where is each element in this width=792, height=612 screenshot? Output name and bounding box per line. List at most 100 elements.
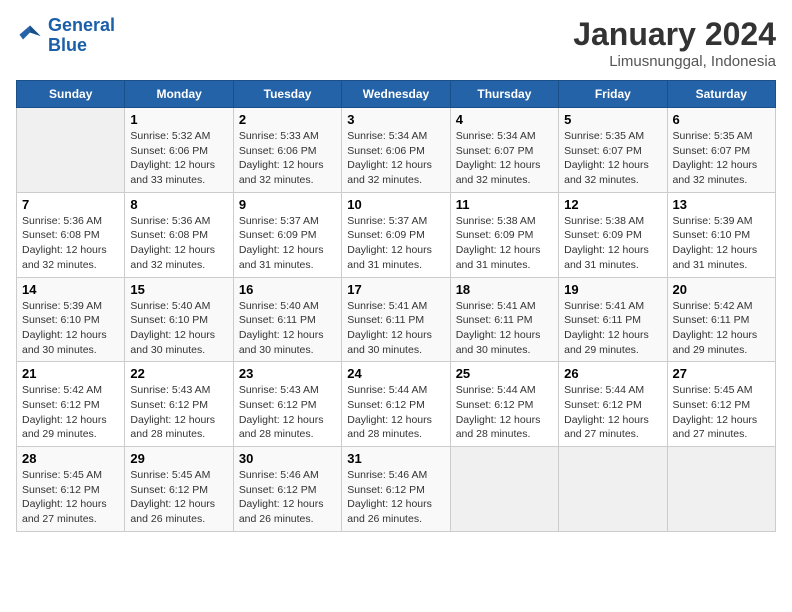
calendar-cell: 19Sunrise: 5:41 AMSunset: 6:11 PMDayligh… xyxy=(559,277,667,362)
calendar-week-row: 1 Sunrise: 5:32 AMSunset: 6:06 PMDaylight… xyxy=(17,108,776,193)
day-number: 24 xyxy=(347,366,444,381)
day-info: Sunrise: 5:36 AMSunset: 6:08 PMDaylight:… xyxy=(130,214,227,273)
weekday-header: Saturday xyxy=(667,81,775,108)
calendar-cell: 28 Sunrise: 5:45 AMSunset: 6:12 PMDayligh… xyxy=(17,447,125,532)
day-info: Sunrise: 5:38 AMSunset: 6:09 PMDaylight:… xyxy=(564,214,661,273)
calendar-week-row: 14Sunrise: 5:39 AMSunset: 6:10 PMDayligh… xyxy=(17,277,776,362)
day-number: 7 xyxy=(22,197,119,212)
day-info: Sunrise: 5:35 AMSunset: 6:07 PMDaylight:… xyxy=(673,129,770,188)
day-number: 22 xyxy=(130,366,227,381)
calendar-cell: 25 Sunrise: 5:44 AMSunset: 6:12 PMDayligh… xyxy=(450,362,558,447)
day-number: 19 xyxy=(564,282,661,297)
weekday-header: Monday xyxy=(125,81,233,108)
day-info: Sunrise: 5:34 AMSunset: 6:06 PMDaylight:… xyxy=(347,129,444,188)
calendar-cell: 31Sunrise: 5:46 AMSunset: 6:12 PMDayligh… xyxy=(342,447,450,532)
day-info: Sunrise: 5:33 AMSunset: 6:06 PMDaylight:… xyxy=(239,129,336,188)
calendar-cell: 2 Sunrise: 5:33 AMSunset: 6:06 PMDaylight… xyxy=(233,108,341,193)
calendar-week-row: 28 Sunrise: 5:45 AMSunset: 6:12 PMDayligh… xyxy=(17,447,776,532)
month-year: January 2024 xyxy=(573,16,776,53)
day-number: 18 xyxy=(456,282,553,297)
calendar-cell: 16Sunrise: 5:40 AMSunset: 6:11 PMDayligh… xyxy=(233,277,341,362)
calendar-cell: 14Sunrise: 5:39 AMSunset: 6:10 PMDayligh… xyxy=(17,277,125,362)
day-number: 21 xyxy=(22,366,119,381)
calendar-cell: 10 Sunrise: 5:37 AMSunset: 6:09 PMDayligh… xyxy=(342,192,450,277)
weekday-header: Friday xyxy=(559,81,667,108)
calendar-cell xyxy=(450,447,558,532)
day-number: 10 xyxy=(347,197,444,212)
day-info: Sunrise: 5:45 AMSunset: 6:12 PMDaylight:… xyxy=(22,468,119,527)
day-number: 6 xyxy=(673,112,770,127)
day-info: Sunrise: 5:40 AMSunset: 6:11 PMDaylight:… xyxy=(239,299,336,358)
day-info: Sunrise: 5:43 AMSunset: 6:12 PMDaylight:… xyxy=(239,383,336,442)
day-number: 13 xyxy=(673,197,770,212)
logo-text: General Blue xyxy=(48,16,115,56)
day-info: Sunrise: 5:32 AMSunset: 6:06 PMDaylight:… xyxy=(130,129,227,188)
calendar-cell: 27Sunrise: 5:45 AMSunset: 6:12 PMDayligh… xyxy=(667,362,775,447)
day-info: Sunrise: 5:46 AMSunset: 6:12 PMDaylight:… xyxy=(347,468,444,527)
logo-line2: Blue xyxy=(48,35,87,55)
calendar-cell: 3 Sunrise: 5:34 AMSunset: 6:06 PMDaylight… xyxy=(342,108,450,193)
day-number: 26 xyxy=(564,366,661,381)
calendar-cell: 4 Sunrise: 5:34 AMSunset: 6:07 PMDaylight… xyxy=(450,108,558,193)
logo: General Blue xyxy=(16,16,115,56)
calendar-week-row: 21 Sunrise: 5:42 AMSunset: 6:12 PMDayligh… xyxy=(17,362,776,447)
day-info: Sunrise: 5:43 AMSunset: 6:12 PMDaylight:… xyxy=(130,383,227,442)
title-block: January 2024 Limusnunggal, Indonesia xyxy=(573,16,776,70)
day-number: 9 xyxy=(239,197,336,212)
day-number: 27 xyxy=(673,366,770,381)
calendar-cell: 22 Sunrise: 5:43 AMSunset: 6:12 PMDayligh… xyxy=(125,362,233,447)
day-number: 15 xyxy=(130,282,227,297)
location: Limusnunggal, Indonesia xyxy=(573,53,776,70)
day-info: Sunrise: 5:38 AMSunset: 6:09 PMDaylight:… xyxy=(456,214,553,273)
calendar-cell: 17 Sunrise: 5:41 AMSunset: 6:11 PMDayligh… xyxy=(342,277,450,362)
calendar-cell: 5 Sunrise: 5:35 AMSunset: 6:07 PMDaylight… xyxy=(559,108,667,193)
day-number: 3 xyxy=(347,112,444,127)
weekday-header: Thursday xyxy=(450,81,558,108)
calendar-cell: 23Sunrise: 5:43 AMSunset: 6:12 PMDayligh… xyxy=(233,362,341,447)
day-info: Sunrise: 5:37 AMSunset: 6:09 PMDaylight:… xyxy=(239,214,336,273)
calendar-cell: 24 Sunrise: 5:44 AMSunset: 6:12 PMDayligh… xyxy=(342,362,450,447)
day-info: Sunrise: 5:36 AMSunset: 6:08 PMDaylight:… xyxy=(22,214,119,273)
day-number: 20 xyxy=(673,282,770,297)
day-info: Sunrise: 5:44 AMSunset: 6:12 PMDaylight:… xyxy=(456,383,553,442)
weekday-header: Tuesday xyxy=(233,81,341,108)
day-number: 8 xyxy=(130,197,227,212)
day-info: Sunrise: 5:34 AMSunset: 6:07 PMDaylight:… xyxy=(456,129,553,188)
calendar-header: SundayMondayTuesdayWednesdayThursdayFrid… xyxy=(17,81,776,108)
calendar-cell xyxy=(667,447,775,532)
day-info: Sunrise: 5:41 AMSunset: 6:11 PMDaylight:… xyxy=(347,299,444,358)
day-number: 17 xyxy=(347,282,444,297)
calendar-cell: 30Sunrise: 5:46 AMSunset: 6:12 PMDayligh… xyxy=(233,447,341,532)
calendar-body: 1 Sunrise: 5:32 AMSunset: 6:06 PMDaylight… xyxy=(17,108,776,532)
day-info: Sunrise: 5:37 AMSunset: 6:09 PMDaylight:… xyxy=(347,214,444,273)
day-info: Sunrise: 5:44 AMSunset: 6:12 PMDaylight:… xyxy=(347,383,444,442)
calendar-cell: 20 Sunrise: 5:42 AMSunset: 6:11 PMDayligh… xyxy=(667,277,775,362)
day-number: 5 xyxy=(564,112,661,127)
calendar-cell: 1 Sunrise: 5:32 AMSunset: 6:06 PMDaylight… xyxy=(125,108,233,193)
day-info: Sunrise: 5:35 AMSunset: 6:07 PMDaylight:… xyxy=(564,129,661,188)
weekday-row: SundayMondayTuesdayWednesdayThursdayFrid… xyxy=(17,81,776,108)
day-number: 4 xyxy=(456,112,553,127)
calendar-cell: 12 Sunrise: 5:38 AMSunset: 6:09 PMDayligh… xyxy=(559,192,667,277)
calendar-cell: 18Sunrise: 5:41 AMSunset: 6:11 PMDayligh… xyxy=(450,277,558,362)
day-number: 12 xyxy=(564,197,661,212)
calendar-cell: 13Sunrise: 5:39 AMSunset: 6:10 PMDayligh… xyxy=(667,192,775,277)
page-header: General Blue January 2024 Limusnunggal, … xyxy=(16,16,776,70)
calendar-cell: 6 Sunrise: 5:35 AMSunset: 6:07 PMDaylight… xyxy=(667,108,775,193)
day-info: Sunrise: 5:42 AMSunset: 6:12 PMDaylight:… xyxy=(22,383,119,442)
day-number: 25 xyxy=(456,366,553,381)
day-number: 2 xyxy=(239,112,336,127)
day-info: Sunrise: 5:42 AMSunset: 6:11 PMDaylight:… xyxy=(673,299,770,358)
day-info: Sunrise: 5:46 AMSunset: 6:12 PMDaylight:… xyxy=(239,468,336,527)
calendar-cell: 15Sunrise: 5:40 AMSunset: 6:10 PMDayligh… xyxy=(125,277,233,362)
calendar-cell xyxy=(559,447,667,532)
calendar-cell: 9 Sunrise: 5:37 AMSunset: 6:09 PMDaylight… xyxy=(233,192,341,277)
weekday-header: Wednesday xyxy=(342,81,450,108)
calendar-cell: 29Sunrise: 5:45 AMSunset: 6:12 PMDayligh… xyxy=(125,447,233,532)
calendar-cell: 26Sunrise: 5:44 AMSunset: 6:12 PMDayligh… xyxy=(559,362,667,447)
calendar-cell: 21 Sunrise: 5:42 AMSunset: 6:12 PMDayligh… xyxy=(17,362,125,447)
day-number: 28 xyxy=(22,451,119,466)
day-number: 1 xyxy=(130,112,227,127)
calendar-table: SundayMondayTuesdayWednesdayThursdayFrid… xyxy=(16,80,776,532)
calendar-cell: 11Sunrise: 5:38 AMSunset: 6:09 PMDayligh… xyxy=(450,192,558,277)
